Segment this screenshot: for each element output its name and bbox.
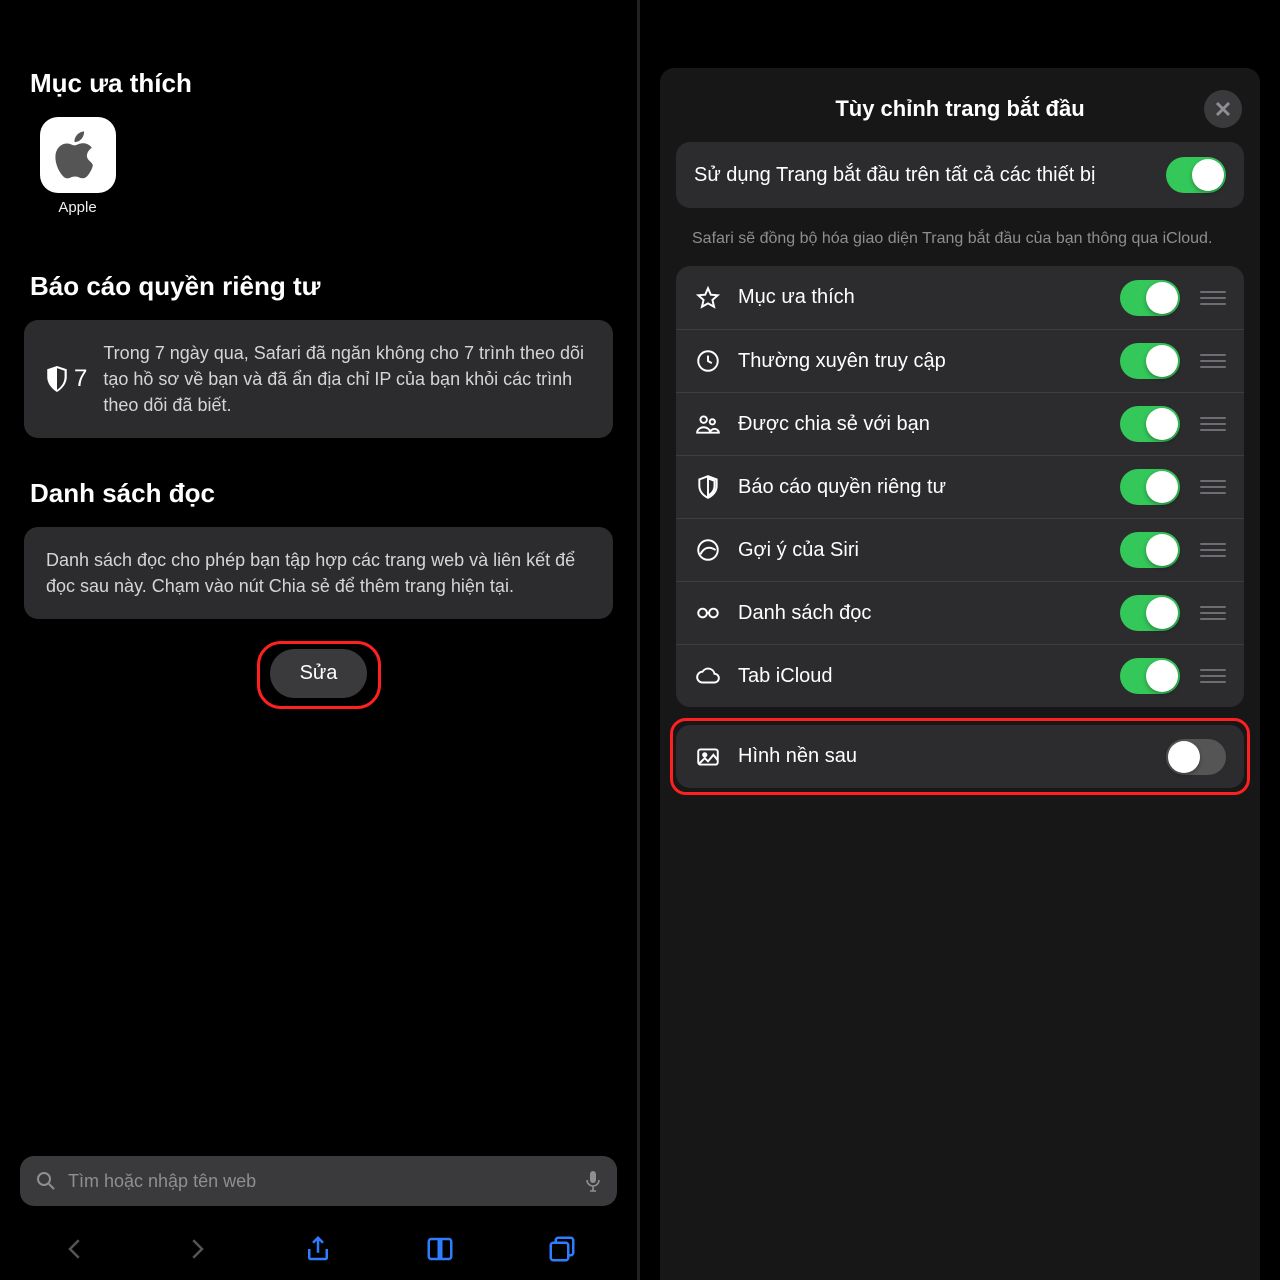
apple-icon <box>40 117 116 193</box>
option-row[interactable]: Mục ưa thích <box>676 266 1244 329</box>
option-toggle[interactable] <box>1120 469 1180 505</box>
drag-handle[interactable] <box>1200 665 1226 687</box>
option-row[interactable]: Thường xuyên truy cập <box>676 329 1244 392</box>
drag-handle[interactable] <box>1200 539 1226 561</box>
forward-button[interactable] <box>182 1234 212 1264</box>
favorites-title: Mục ưa thích <box>30 68 609 99</box>
option-row[interactable]: Tab iCloud <box>676 644 1244 707</box>
background-label: Hình nền sau <box>738 745 1150 768</box>
option-label: Báo cáo quyền riêng tư <box>738 476 1104 499</box>
option-row[interactable]: Báo cáo quyền riêng tư <box>676 455 1244 518</box>
edit-button[interactable]: Sửa <box>270 649 368 698</box>
option-toggle[interactable] <box>1120 406 1180 442</box>
customize-sheet-pane: Tùy chỉnh trang bắt đầu Sử dụng Trang bắ… <box>640 0 1280 1280</box>
close-button[interactable] <box>1204 90 1242 128</box>
option-toggle[interactable] <box>1120 658 1180 694</box>
option-label: Gợi ý của Siri <box>738 539 1104 562</box>
siri-icon <box>694 537 722 563</box>
option-row[interactable]: Được chia sẻ với bạn <box>676 392 1244 455</box>
options-group: Mục ưa thích Thường xuyên truy cập Được ch… <box>676 266 1244 707</box>
option-toggle[interactable] <box>1120 532 1180 568</box>
start-page: Mục ưa thích Apple Báo cáo quyền riêng t… <box>0 0 640 1280</box>
drag-handle[interactable] <box>1200 287 1226 309</box>
mic-icon[interactable] <box>585 1170 601 1192</box>
drag-handle[interactable] <box>1200 350 1226 372</box>
tracker-count: 7 <box>46 362 87 397</box>
drag-handle[interactable] <box>1200 413 1226 435</box>
sync-group: Sử dụng Trang bắt đầu trên tất cả các th… <box>676 142 1244 208</box>
sync-label: Sử dụng Trang bắt đầu trên tất cả các th… <box>694 162 1150 188</box>
tabs-button[interactable] <box>547 1234 577 1264</box>
privacy-text: Trong 7 ngày qua, Safari đã ngăn không c… <box>103 340 591 418</box>
clock-icon <box>694 348 722 374</box>
privacy-title: Báo cáo quyền riêng tư <box>30 271 609 302</box>
customize-sheet: Tùy chỉnh trang bắt đầu Sử dụng Trang bắ… <box>660 68 1260 1280</box>
option-label: Tab iCloud <box>738 665 1104 688</box>
search-icon <box>36 1171 56 1191</box>
bookmarks-button[interactable] <box>425 1234 455 1264</box>
background-toggle[interactable] <box>1166 739 1226 775</box>
reading-title: Danh sách đọc <box>30 478 609 509</box>
drag-handle[interactable] <box>1200 602 1226 624</box>
bottom-toolbar <box>0 1218 637 1280</box>
shield-icon <box>694 474 722 500</box>
favorite-apple[interactable]: Apple <box>30 117 125 216</box>
cloud-icon <box>694 663 722 689</box>
option-row[interactable]: Danh sách đọc <box>676 581 1244 644</box>
sync-footnote: Safari sẽ đồng bộ hóa giao diện Trang bắ… <box>676 218 1244 266</box>
drag-handle[interactable] <box>1200 476 1226 498</box>
option-label: Thường xuyên truy cập <box>738 350 1104 373</box>
star-icon <box>694 285 722 311</box>
option-row[interactable]: Gợi ý của Siri <box>676 518 1244 581</box>
sync-toggle[interactable] <box>1166 157 1226 193</box>
background-group: Hình nền sau <box>676 725 1244 788</box>
option-toggle[interactable] <box>1120 280 1180 316</box>
background-row[interactable]: Hình nền sau <box>676 725 1244 788</box>
privacy-card[interactable]: 7 Trong 7 ngày qua, Safari đã ngăn không… <box>24 320 613 438</box>
glasses-icon <box>694 600 722 626</box>
option-label: Danh sách đọc <box>738 602 1104 625</box>
back-button[interactable] <box>60 1234 90 1264</box>
search-bar[interactable]: Tìm hoặc nhập tên web <box>20 1156 617 1206</box>
reading-card: Danh sách đọc cho phép bạn tập hợp các t… <box>24 527 613 619</box>
sync-row[interactable]: Sử dụng Trang bắt đầu trên tất cả các th… <box>676 142 1244 208</box>
share-button[interactable] <box>303 1234 333 1264</box>
option-label: Mục ưa thích <box>738 286 1104 309</box>
option-toggle[interactable] <box>1120 595 1180 631</box>
favorite-label: Apple <box>30 199 125 216</box>
search-placeholder: Tìm hoặc nhập tên web <box>68 1171 573 1192</box>
shared-icon <box>694 411 722 437</box>
sheet-title: Tùy chỉnh trang bắt đầu <box>676 96 1244 122</box>
favorites-row: Apple <box>30 117 617 216</box>
image-icon <box>694 744 722 770</box>
option-toggle[interactable] <box>1120 343 1180 379</box>
shield-icon <box>46 366 68 392</box>
option-label: Được chia sẻ với bạn <box>738 413 1104 436</box>
